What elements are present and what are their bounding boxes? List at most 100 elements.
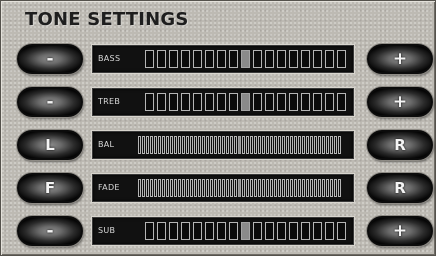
balance-left-button[interactable]: L [17, 130, 83, 160]
level-segment [193, 50, 202, 68]
level-segment [254, 136, 257, 154]
balance-right-button[interactable]: R [367, 130, 433, 160]
level-segment [278, 179, 281, 197]
bass-decrease-button[interactable]: - [17, 44, 83, 74]
level-segment [154, 179, 157, 197]
sub-level-display: SUB [92, 217, 354, 245]
level-segment [337, 50, 346, 68]
level-segment [202, 136, 205, 154]
bass-increase-button[interactable]: + [367, 44, 433, 74]
level-segment [318, 179, 321, 197]
level-segment [154, 136, 157, 154]
sub-label: SUB [98, 226, 116, 235]
tone-row-sub: - SUB + [1, 213, 436, 249]
level-segment [157, 222, 166, 240]
level-indicator-segment [241, 50, 250, 68]
level-segment [322, 179, 325, 197]
level-segment [194, 179, 197, 197]
level-segment [277, 93, 286, 111]
treb-decrease-button[interactable]: - [17, 87, 83, 117]
treb-level-bar [145, 93, 349, 111]
level-segment [250, 136, 253, 154]
tone-row-bass: - BASS + [1, 41, 436, 77]
level-segment [325, 93, 334, 111]
level-segment [301, 222, 310, 240]
level-segment [302, 136, 305, 154]
level-segment [210, 136, 213, 154]
level-segment [313, 93, 322, 111]
level-segment [334, 136, 337, 154]
level-segment [294, 136, 297, 154]
level-segment [337, 222, 346, 240]
level-segment [262, 136, 265, 154]
level-segment [338, 136, 341, 154]
level-segment [222, 136, 225, 154]
level-segment [325, 222, 334, 240]
bass-level-display: BASS [92, 45, 354, 73]
level-segment [306, 136, 309, 154]
treb-increase-button[interactable]: + [367, 87, 433, 117]
level-segment [246, 136, 249, 154]
level-segment [337, 93, 346, 111]
level-segment [286, 179, 289, 197]
balance-right-label: R [394, 135, 406, 154]
tone-row-treb: - TREB + [1, 84, 436, 120]
sub-decrease-label: - [46, 220, 54, 241]
level-segment [253, 222, 262, 240]
level-segment [198, 136, 201, 154]
level-segment [310, 179, 313, 197]
level-segment [226, 179, 229, 197]
level-segment [277, 50, 286, 68]
fade-front-label: F [44, 178, 56, 197]
level-segment [310, 136, 313, 154]
level-segment [166, 136, 169, 154]
balance-level-display: BAL [92, 131, 354, 159]
fade-rear-label: R [394, 178, 406, 197]
treb-level-display: TREB [92, 88, 354, 116]
level-segment [278, 136, 281, 154]
level-indicator-segment [241, 93, 250, 111]
level-segment [258, 136, 261, 154]
level-segment [182, 179, 185, 197]
level-segment [218, 136, 221, 154]
level-segment [145, 222, 154, 240]
level-segment [234, 136, 237, 154]
fade-rear-button[interactable]: R [367, 173, 433, 203]
sub-level-bar [145, 222, 349, 240]
level-segment [282, 179, 285, 197]
level-segment [266, 136, 269, 154]
level-segment [217, 93, 226, 111]
sub-decrease-button[interactable]: - [17, 216, 83, 246]
level-segment [326, 136, 329, 154]
level-segment [302, 179, 305, 197]
treb-label: TREB [98, 97, 121, 106]
level-segment [205, 50, 214, 68]
level-segment [217, 222, 226, 240]
level-segment [170, 136, 173, 154]
level-segment [289, 93, 298, 111]
level-segment [230, 136, 233, 154]
level-segment [338, 179, 341, 197]
level-segment [282, 136, 285, 154]
level-segment [242, 179, 245, 197]
fade-label: FADE [98, 183, 120, 192]
bass-increase-label: + [392, 48, 408, 69]
level-segment [262, 179, 265, 197]
level-segment [334, 179, 337, 197]
level-segment [158, 179, 161, 197]
fade-front-button[interactable]: F [17, 173, 83, 203]
level-indicator-segment [238, 136, 241, 154]
level-segment [157, 93, 166, 111]
level-segment [265, 50, 274, 68]
level-segment [325, 50, 334, 68]
level-segment [322, 136, 325, 154]
sub-increase-button[interactable]: + [367, 216, 433, 246]
level-segment [158, 136, 161, 154]
level-segment [174, 179, 177, 197]
level-segment [253, 50, 262, 68]
level-segment [162, 179, 165, 197]
level-segment [250, 179, 253, 197]
level-segment [186, 179, 189, 197]
level-segment [169, 222, 178, 240]
level-segment [301, 93, 310, 111]
